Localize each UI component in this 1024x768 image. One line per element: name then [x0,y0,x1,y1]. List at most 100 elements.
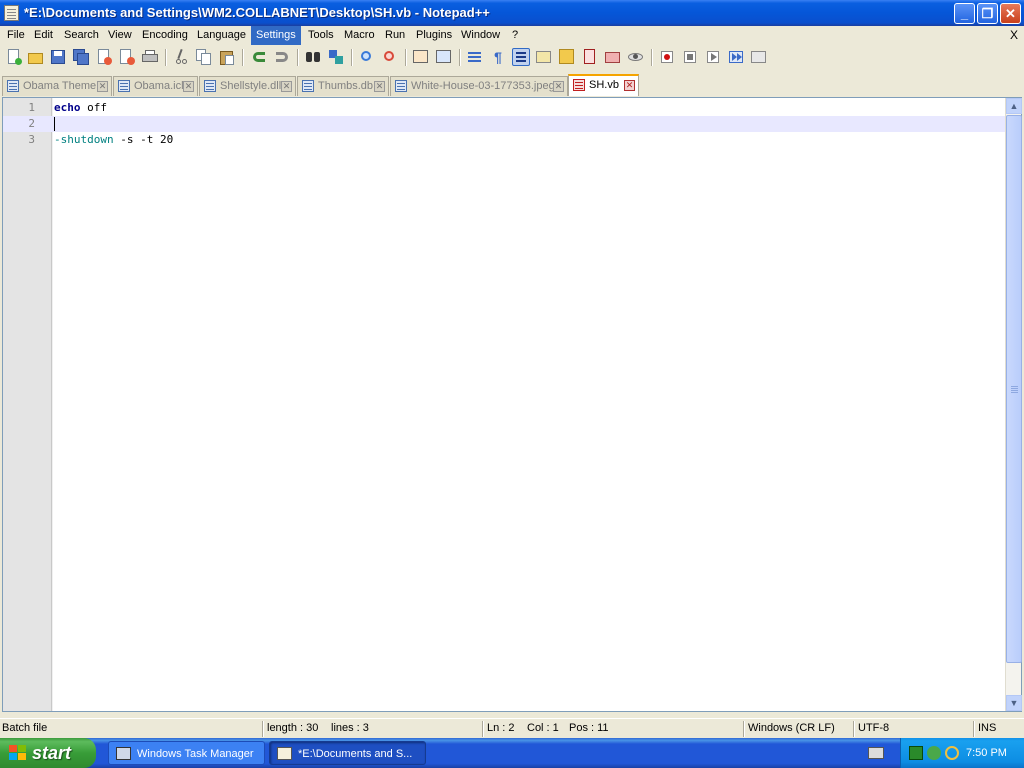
code-line[interactable]: 3 -shutdown -s -t 20 [3,132,1005,148]
line-number: 2 [28,117,35,130]
menu-edit[interactable]: Edit [29,26,58,45]
cut-icon[interactable] [172,48,190,66]
tab-white-house-jpeg[interactable]: White-House-03-177353.jpeg ✕ [390,76,568,96]
keyboard-icon[interactable] [868,747,884,759]
code-line[interactable]: 1 echo off [3,100,1005,116]
copy-icon[interactable] [195,48,213,66]
status-encoding: UTF-8 [858,722,890,734]
tab-close-icon[interactable]: ✕ [374,81,385,92]
clock[interactable]: 7:50 PM [966,738,1007,768]
document-unsaved-icon [573,79,585,91]
tab-thumbs-db[interactable]: Thumbs.db ✕ [297,76,389,96]
zoom-out-icon[interactable] [381,48,399,66]
vertical-scrollbar[interactable]: ▲ ▼ [1005,98,1022,711]
zoom-in-icon[interactable] [358,48,376,66]
record-macro-icon[interactable] [658,48,676,66]
editor-area[interactable]: 1 echo off 2 3 -shutdown -s -t 20 ▲ ▼ [2,97,1022,712]
monitoring-icon[interactable] [627,48,645,66]
minimize-button[interactable]: _ [954,3,975,24]
save-icon[interactable] [49,48,67,66]
task-manager-icon [116,747,131,760]
sync-vertical-icon[interactable] [412,48,430,66]
close-document-icon[interactable]: X [1010,26,1018,44]
find-icon[interactable] [304,48,322,66]
fold-margin[interactable] [52,98,53,711]
keyword-token: echo [54,101,81,114]
undo-icon[interactable] [250,48,268,66]
notepad-icon[interactable] [4,5,19,21]
document-icon [302,80,314,92]
save-all-icon[interactable] [72,48,90,66]
menu-run[interactable]: Run [380,26,410,45]
paste-icon[interactable] [218,48,236,66]
stop-macro-icon[interactable] [681,48,699,66]
menu-file[interactable]: File [2,26,30,45]
tab-sh-vb[interactable]: SH.vb ✕ [568,74,639,96]
tab-shellstyle-dll[interactable]: Shellstyle.dll ✕ [199,76,296,96]
user-defined-lang-icon[interactable] [535,48,553,66]
replace-icon[interactable] [327,48,345,66]
save-macro-icon[interactable] [750,48,768,66]
search-icon[interactable] [945,746,959,760]
toolbar-separator [297,49,298,66]
menu-search[interactable]: Search [59,26,104,45]
network-icon[interactable] [909,746,923,760]
sync-horizontal-icon[interactable] [435,48,453,66]
document-icon [7,80,19,92]
open-file-icon[interactable] [27,48,45,66]
tab-close-icon[interactable]: ✕ [624,80,635,91]
function-list-icon[interactable] [581,48,599,66]
tab-bar: Obama Theme ✕ Obama.icl ✕ Shellstyle.dll… [0,74,1024,96]
toolbar: ¶ [0,45,1024,70]
menu-view[interactable]: View [103,26,137,45]
code-line-current[interactable]: 2 [3,116,1005,132]
start-button[interactable]: start [0,738,96,768]
tab-obama-icl[interactable]: Obama.icl ✕ [113,76,198,96]
menu-bar: File Edit Search View Encoding Language … [0,26,1024,45]
menu-help[interactable]: ? [507,26,523,45]
tab-obama-theme[interactable]: Obama Theme ✕ [2,76,112,96]
print-icon[interactable] [141,48,159,66]
menu-language[interactable]: Language [192,26,251,45]
tab-close-icon[interactable]: ✕ [553,81,564,92]
scroll-down-button[interactable]: ▼ [1006,695,1022,711]
word-wrap-icon[interactable] [466,48,484,66]
tab-close-icon[interactable]: ✕ [281,81,292,92]
menu-plugins[interactable]: Plugins [411,26,457,45]
line-number-gutter [3,98,52,711]
doc-map-icon[interactable] [558,48,576,66]
security-icon[interactable] [927,746,941,760]
redo-icon[interactable] [273,48,291,66]
menu-settings[interactable]: Settings [251,26,301,45]
close-button[interactable]: ✕ [1000,3,1021,24]
status-eol: Windows (CR LF) [748,722,835,734]
new-file-icon[interactable] [5,48,23,66]
status-divider [743,721,744,737]
show-all-chars-icon[interactable]: ¶ [489,48,507,66]
tab-close-icon[interactable]: ✕ [183,81,194,92]
toolbar-separator [351,49,352,66]
run-macro-multiple-icon[interactable] [727,48,745,66]
menu-macro[interactable]: Macro [339,26,380,45]
close-all-icon[interactable] [118,48,136,66]
menu-window[interactable]: Window [456,26,505,45]
document-icon [204,80,216,92]
scroll-thumb[interactable] [1006,115,1022,663]
menu-encoding[interactable]: Encoding [137,26,193,45]
folder-workspace-icon[interactable] [604,48,622,66]
toolbar-separator [165,49,166,66]
notepad-icon [277,747,292,760]
indent-guide-icon[interactable] [512,48,530,66]
close-file-icon[interactable] [95,48,113,66]
maximize-button[interactable]: ❐ [977,3,998,24]
start-label: start [32,743,72,763]
tab-close-icon[interactable]: ✕ [97,81,108,92]
menu-tools[interactable]: Tools [303,26,339,45]
line-number: 1 [28,101,35,114]
taskbar-button-task-manager[interactable]: Windows Task Manager [108,741,265,765]
tab-label: Shellstyle.dll [220,80,282,92]
play-macro-icon[interactable] [704,48,722,66]
taskbar-button-notepad[interactable]: *E:\Documents and S... [269,741,426,765]
title-bar[interactable]: *E:\Documents and Settings\WM2.COLLABNET… [0,0,1024,26]
scroll-up-button[interactable]: ▲ [1006,98,1022,114]
